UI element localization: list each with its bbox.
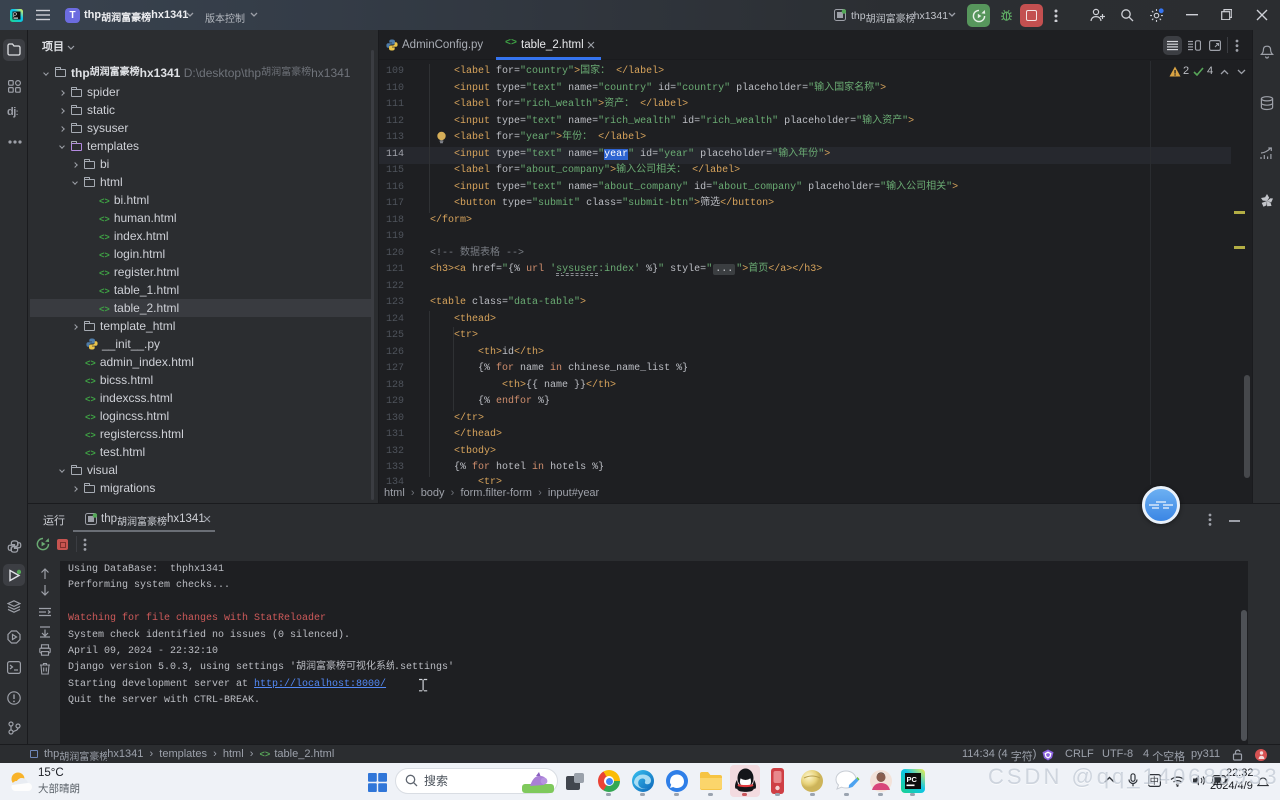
svg-text:P: P <box>13 13 17 19</box>
svg-text:PC: PC <box>907 775 918 784</box>
